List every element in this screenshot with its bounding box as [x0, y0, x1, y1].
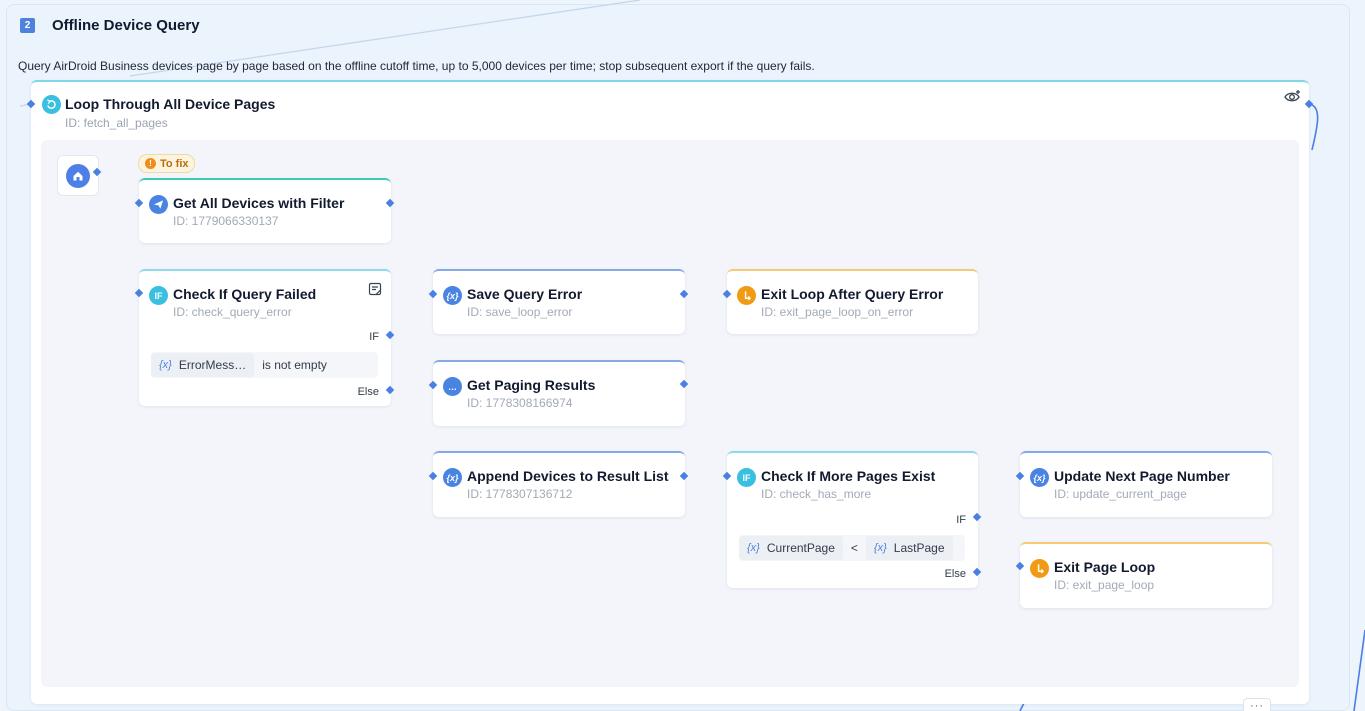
to-fix-label: To fix [160, 157, 189, 170]
node-id: ID: check_query_error [173, 305, 292, 319]
condition-right-chip: {x} LastPage [865, 536, 953, 560]
node-title: Check If Query Failed [173, 286, 317, 302]
exit-icon [1030, 559, 1049, 578]
warning-icon: ! [145, 158, 156, 169]
node-id: ID: 1778307136712 [467, 487, 573, 501]
loop-title: Loop Through All Device Pages [65, 96, 276, 112]
node-save-query-error[interactable]: {x} Save Query Error ID: save_loop_error [433, 269, 685, 334]
group-title[interactable]: Offline Device Query [52, 17, 200, 34]
node-title: Check If More Pages Exist [761, 468, 936, 484]
node-exit-page-loop[interactable]: Exit Page Loop ID: exit_page_loop [1020, 542, 1272, 608]
variable-icon: {x} [1030, 468, 1049, 487]
node-title: Exit Loop After Query Error [761, 286, 944, 302]
loop-icon [42, 95, 61, 114]
condition-operator: < [850, 541, 858, 555]
else-branch-label: Else [944, 568, 966, 580]
if-branch-label: IF [956, 514, 966, 526]
step-number-badge: 2 [20, 18, 35, 33]
if-branch-label: IF [369, 331, 379, 343]
loop-id: ID: fetch_all_pages [65, 116, 168, 130]
if-icon: IF [149, 286, 168, 305]
node-id: ID: save_loop_error [467, 305, 573, 319]
variable-icon: {x} [443, 468, 462, 487]
condition-row[interactable]: {x} ErrorMess… is not empty [151, 352, 378, 378]
condition-left: CurrentPage [766, 541, 835, 555]
send-icon [149, 195, 168, 214]
variable-icon: {x} [747, 542, 760, 554]
loop-start-node[interactable] [57, 155, 99, 196]
more-options-button[interactable]: ··· [1243, 698, 1271, 711]
variable-icon: {x} [159, 359, 172, 371]
eye-plus-icon[interactable] [1284, 89, 1302, 105]
condition-variable: ErrorMess… [178, 358, 247, 372]
node-title: Get All Devices with Filter [173, 195, 345, 211]
node-id: ID: exit_page_loop_on_error [761, 305, 914, 319]
condition-left-chip: {x} CurrentPage [739, 536, 843, 560]
exit-icon [737, 286, 756, 305]
note-icon[interactable] [368, 282, 382, 296]
node-title: Save Query Error [467, 286, 583, 302]
if-icon: IF [737, 468, 756, 487]
node-id: ID: 1779066330137 [173, 214, 279, 228]
node-id: ID: exit_page_loop [1054, 578, 1155, 592]
variable-icon: {x} [873, 542, 887, 554]
node-id: ID: 1778308166974 [467, 396, 573, 410]
home-icon [66, 163, 90, 188]
node-title: Get Paging Results [467, 377, 596, 393]
node-check-more-pages[interactable]: IF Check If More Pages Exist ID: check_h… [727, 451, 978, 588]
else-branch-label: Else [357, 386, 379, 398]
wire-right-edge [1353, 629, 1365, 711]
node-exit-loop-after-error[interactable]: Exit Loop After Query Error ID: exit_pag… [727, 269, 978, 334]
condition-right: LastPage [893, 541, 945, 555]
condition-operator: is not empty [262, 358, 327, 372]
node-title: Append Devices to Result List [467, 468, 669, 484]
node-update-next-page[interactable]: {x} Update Next Page Number ID: update_c… [1020, 451, 1272, 517]
group-description: Query AirDroid Business devices page by … [18, 59, 815, 73]
node-get-paging-results[interactable]: … Get Paging Results ID: 1778308166974 [433, 360, 685, 426]
node-get-all-devices[interactable]: Get All Devices with Filter ID: 17790663… [139, 178, 391, 243]
condition-variable-chip: {x} ErrorMess… [151, 353, 255, 377]
node-id: ID: update_current_page [1054, 487, 1187, 501]
node-title: Update Next Page Number [1054, 468, 1230, 484]
variable-icon: {x} [443, 286, 462, 305]
node-append-devices[interactable]: {x} Append Devices to Result List ID: 17… [433, 451, 685, 517]
node-check-query-failed[interactable]: IF Check If Query Failed ID: check_query… [139, 269, 391, 406]
condition-row[interactable]: {x} CurrentPage < {x} LastPage [739, 535, 965, 561]
to-fix-badge[interactable]: ! To fix [138, 154, 195, 173]
code-block-icon: … [443, 377, 462, 396]
node-id: ID: check_has_more [761, 487, 872, 501]
node-title: Exit Page Loop [1054, 559, 1156, 575]
